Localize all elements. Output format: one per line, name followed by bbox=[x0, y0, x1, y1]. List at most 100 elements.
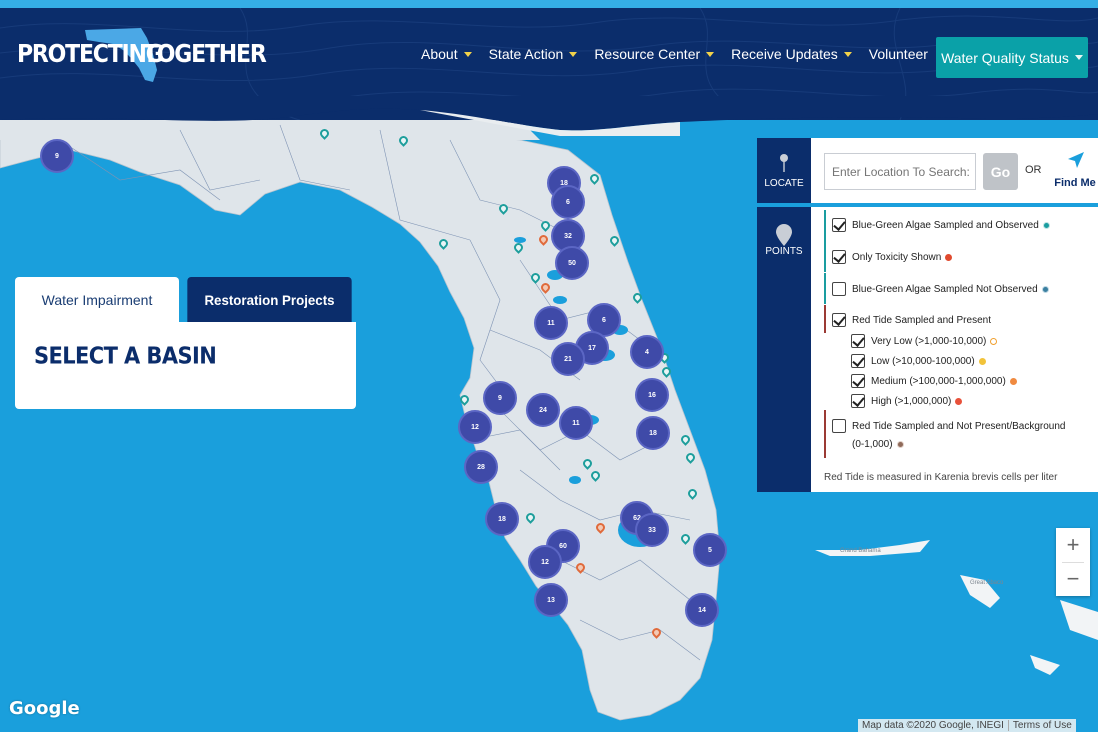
map-label-grand-bahama: Grand Bahama bbox=[840, 548, 881, 554]
legend-bar-teal bbox=[824, 241, 826, 272]
nav-about[interactable]: About bbox=[421, 46, 472, 62]
checkbox[interactable] bbox=[851, 374, 865, 388]
legend-bar-red bbox=[824, 410, 826, 458]
red-dot-icon bbox=[945, 253, 953, 261]
cluster-marker[interactable]: 28 bbox=[464, 450, 498, 484]
water-quality-status-label: Water Quality Status bbox=[941, 49, 1069, 66]
legend-item-low[interactable]: Low (>10,000-100,000) bbox=[851, 354, 986, 368]
legend-label: Blue-Green Algae Sampled and Observed bbox=[852, 219, 1039, 231]
zoom-control: + − bbox=[1056, 528, 1090, 596]
terms-of-use-link[interactable]: Terms of Use bbox=[1007, 720, 1076, 731]
zoom-out-button[interactable]: − bbox=[1056, 562, 1090, 596]
nav-receive-updates[interactable]: Receive Updates bbox=[731, 46, 852, 62]
water-quality-status-button[interactable]: Water Quality Status bbox=[936, 37, 1088, 78]
points-legend: Blue-Green Algae Sampled and Observed On… bbox=[811, 207, 1098, 492]
points-label: POINTS bbox=[765, 246, 803, 257]
cluster-marker[interactable]: 14 bbox=[685, 593, 719, 627]
cluster-marker[interactable]: 21 bbox=[551, 342, 585, 376]
legend-label: Medium (>100,000-1,000,000) bbox=[871, 375, 1006, 387]
map-label-great-abaco: Great Abaco bbox=[970, 580, 1004, 586]
cluster-marker[interactable]: 9 bbox=[40, 139, 74, 173]
find-me-label: Find Me bbox=[1054, 177, 1096, 189]
select-basin-title: SELECT A BASIN bbox=[34, 342, 217, 369]
cluster-marker[interactable]: 11 bbox=[534, 306, 568, 340]
brown-dot-icon bbox=[896, 441, 904, 448]
checkbox[interactable] bbox=[832, 313, 846, 327]
legend-label: Only Toxicity Shown bbox=[852, 251, 942, 263]
checkbox[interactable] bbox=[832, 282, 846, 296]
legend-item-high[interactable]: High (>1,000,000) bbox=[851, 394, 963, 408]
legend-label: Blue-Green Algae Sampled Not Observed bbox=[852, 283, 1038, 295]
cluster-marker[interactable]: 12 bbox=[528, 545, 562, 579]
cluster-marker[interactable]: 18 bbox=[636, 416, 670, 450]
legend-item-medium[interactable]: Medium (>100,000-1,000,000) bbox=[851, 374, 1017, 388]
legend-label: Low (>10,000-100,000) bbox=[871, 355, 975, 367]
cluster-marker[interactable]: 4 bbox=[630, 335, 664, 369]
legend-label: Very Low (>1,000-10,000) bbox=[871, 335, 987, 347]
legend-item-bga-observed[interactable]: Blue-Green Algae Sampled and Observed bbox=[832, 218, 1050, 232]
cluster-marker[interactable]: 11 bbox=[559, 406, 593, 440]
location-pin-icon bbox=[776, 224, 792, 246]
red-dot-icon bbox=[955, 397, 963, 405]
orange-dot-icon bbox=[1009, 377, 1017, 385]
legend-label: High (>1,000,000) bbox=[871, 395, 952, 407]
cluster-marker[interactable]: 5 bbox=[693, 533, 727, 567]
caret-down-icon bbox=[463, 51, 472, 57]
legend-item-very-low[interactable]: Very Low (>1,000-10,000) bbox=[851, 334, 998, 348]
find-me-button[interactable]: Find Me bbox=[1054, 150, 1096, 192]
nav-receive-updates-label: Receive Updates bbox=[731, 46, 838, 62]
or-label: OR bbox=[1025, 164, 1042, 176]
nav-state-action[interactable]: State Action bbox=[489, 46, 578, 62]
cluster-marker[interactable]: 9 bbox=[483, 381, 517, 415]
legend-bar-red bbox=[824, 305, 826, 333]
cluster-marker[interactable]: 13 bbox=[534, 583, 568, 617]
caret-down-icon bbox=[843, 51, 852, 57]
locate-label: LOCATE bbox=[764, 178, 804, 189]
tab-water-impairment[interactable]: Water Impairment bbox=[15, 277, 179, 323]
legend-bar-teal bbox=[824, 210, 826, 241]
location-arrow-icon bbox=[1068, 152, 1084, 168]
nav-resource-center-label: Resource Center bbox=[594, 46, 701, 62]
cluster-marker[interactable]: 33 bbox=[635, 513, 669, 547]
yellow-dot-icon bbox=[978, 357, 986, 365]
legend-label: Red Tide Sampled and Present bbox=[852, 314, 991, 326]
cluster-marker[interactable]: 18 bbox=[485, 502, 519, 536]
checkbox[interactable] bbox=[832, 218, 846, 232]
legend-label: Red Tide Sampled and Not Present/Backgro… bbox=[852, 420, 1066, 432]
location-search-input[interactable] bbox=[824, 153, 976, 190]
google-logo: Google bbox=[9, 698, 80, 719]
zoom-divider bbox=[1062, 562, 1084, 563]
legend-item-red-tide-absent[interactable]: Red Tide Sampled and Not Present/Backgro… bbox=[832, 419, 1065, 433]
caret-down-icon bbox=[1074, 55, 1083, 60]
logo-text-protecting: PROTECTING bbox=[17, 40, 164, 69]
map-data-credit: Map data ©2020 Google, INEGI bbox=[862, 720, 1004, 731]
cluster-marker[interactable]: 6 bbox=[551, 185, 585, 219]
basin-tabs: Water Impairment Restoration Projects bbox=[15, 277, 356, 323]
legend-item-background-range: (0-1,000) bbox=[852, 439, 904, 450]
cluster-marker[interactable]: 24 bbox=[526, 393, 560, 427]
checkbox[interactable] bbox=[851, 334, 865, 348]
zoom-in-button[interactable]: + bbox=[1056, 528, 1090, 562]
checkbox[interactable] bbox=[832, 250, 846, 264]
checkbox[interactable] bbox=[851, 394, 865, 408]
legend-bar-teal bbox=[824, 273, 826, 304]
checkbox[interactable] bbox=[851, 354, 865, 368]
cluster-marker[interactable]: 50 bbox=[555, 246, 589, 280]
site-logo[interactable]: PROTECTING TOGETHER bbox=[17, 24, 267, 84]
map-pin-icon bbox=[780, 154, 788, 172]
go-button[interactable]: Go bbox=[983, 153, 1018, 190]
legend-label: (0-1,000) bbox=[852, 439, 893, 450]
map-attribution: Map data ©2020 Google, INEGI Terms of Us… bbox=[858, 719, 1076, 732]
checkbox[interactable] bbox=[832, 419, 846, 433]
legend-item-only-toxicity[interactable]: Only Toxicity Shown bbox=[832, 250, 953, 264]
florida-land bbox=[0, 117, 721, 721]
tab-restoration-projects[interactable]: Restoration Projects bbox=[187, 277, 352, 323]
cluster-marker[interactable]: 12 bbox=[458, 410, 492, 444]
locate-sidebar: LOCATE bbox=[757, 138, 811, 203]
cluster-marker[interactable]: 16 bbox=[635, 378, 669, 412]
blue-dot-icon bbox=[1041, 285, 1049, 293]
legend-item-bga-not-observed[interactable]: Blue-Green Algae Sampled Not Observed bbox=[832, 282, 1049, 296]
nav-volunteer[interactable]: Volunteer bbox=[869, 46, 928, 62]
legend-item-red-tide-present[interactable]: Red Tide Sampled and Present bbox=[832, 313, 991, 327]
nav-resource-center[interactable]: Resource Center bbox=[594, 46, 715, 62]
